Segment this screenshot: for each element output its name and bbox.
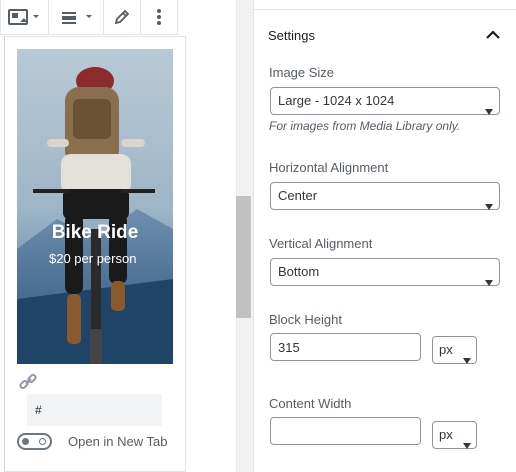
block-height-unit-select[interactable]: px	[432, 336, 477, 364]
toggle-off-indicator	[39, 438, 46, 445]
vertical-alignment-select[interactable]: Bottom	[270, 258, 500, 286]
content-width-input[interactable]	[270, 417, 421, 445]
open-new-tab-toggle[interactable]	[17, 433, 52, 450]
cyclist-photo	[17, 49, 173, 364]
more-vertical-icon[interactable]	[154, 0, 164, 34]
dropdown-arrow-icon	[485, 98, 493, 124]
horizontal-alignment-select[interactable]: Center	[270, 182, 500, 210]
cover-subtitle[interactable]: $20 per person	[45, 247, 145, 271]
block-height-label: Block Height	[269, 312, 342, 327]
block-type-switcher[interactable]	[1, 0, 49, 34]
horizontal-alignment-value: Center	[278, 188, 318, 203]
image-size-help: For images from Media Library only.	[269, 119, 461, 133]
content-width-label: Content Width	[269, 396, 352, 411]
align-icon[interactable]	[56, 0, 96, 34]
panel-divider	[253, 9, 516, 10]
chevron-up-icon[interactable]	[485, 28, 501, 47]
settings-panel-title[interactable]: Settings	[268, 28, 315, 43]
block-height-input[interactable]	[270, 333, 421, 361]
cover-content: Bike Ride $20 per person	[17, 219, 173, 271]
more-options-button[interactable]	[141, 0, 177, 34]
link-icon	[18, 373, 38, 396]
url-input[interactable]	[27, 394, 162, 426]
content-width-unit-value: px	[439, 427, 453, 442]
vertical-alignment-value: Bottom	[278, 264, 320, 279]
cover-title[interactable]: Bike Ride	[45, 219, 145, 247]
image-size-value: Large - 1024 x 1024	[278, 93, 395, 108]
block-toolbar	[0, 0, 178, 35]
dropdown-arrow-icon	[485, 269, 493, 295]
content-width-unit-select[interactable]: px	[432, 421, 477, 449]
cover-image[interactable]: Bike Ride $20 per person	[17, 49, 173, 364]
edit-image-button[interactable]	[104, 0, 142, 34]
dropdown-arrow-icon	[463, 347, 471, 373]
vertical-alignment-label: Vertical Alignment	[269, 236, 373, 251]
toggle-knob	[22, 438, 29, 445]
block-height-unit-value: px	[439, 342, 453, 357]
open-new-tab-label: Open in New Tab	[68, 434, 168, 449]
cover-image-icon[interactable]	[7, 0, 41, 34]
image-size-label: Image Size	[269, 65, 335, 80]
image-size-select[interactable]: Large - 1024 x 1024	[270, 87, 500, 115]
dropdown-arrow-icon	[463, 432, 471, 458]
pencil-icon[interactable]	[112, 0, 132, 34]
alignment-dropdown[interactable]	[49, 0, 105, 34]
dropdown-arrow-icon	[485, 193, 493, 219]
horizontal-alignment-label: Horizontal Alignment	[269, 160, 389, 175]
scrollbar-thumb[interactable]	[236, 196, 251, 318]
